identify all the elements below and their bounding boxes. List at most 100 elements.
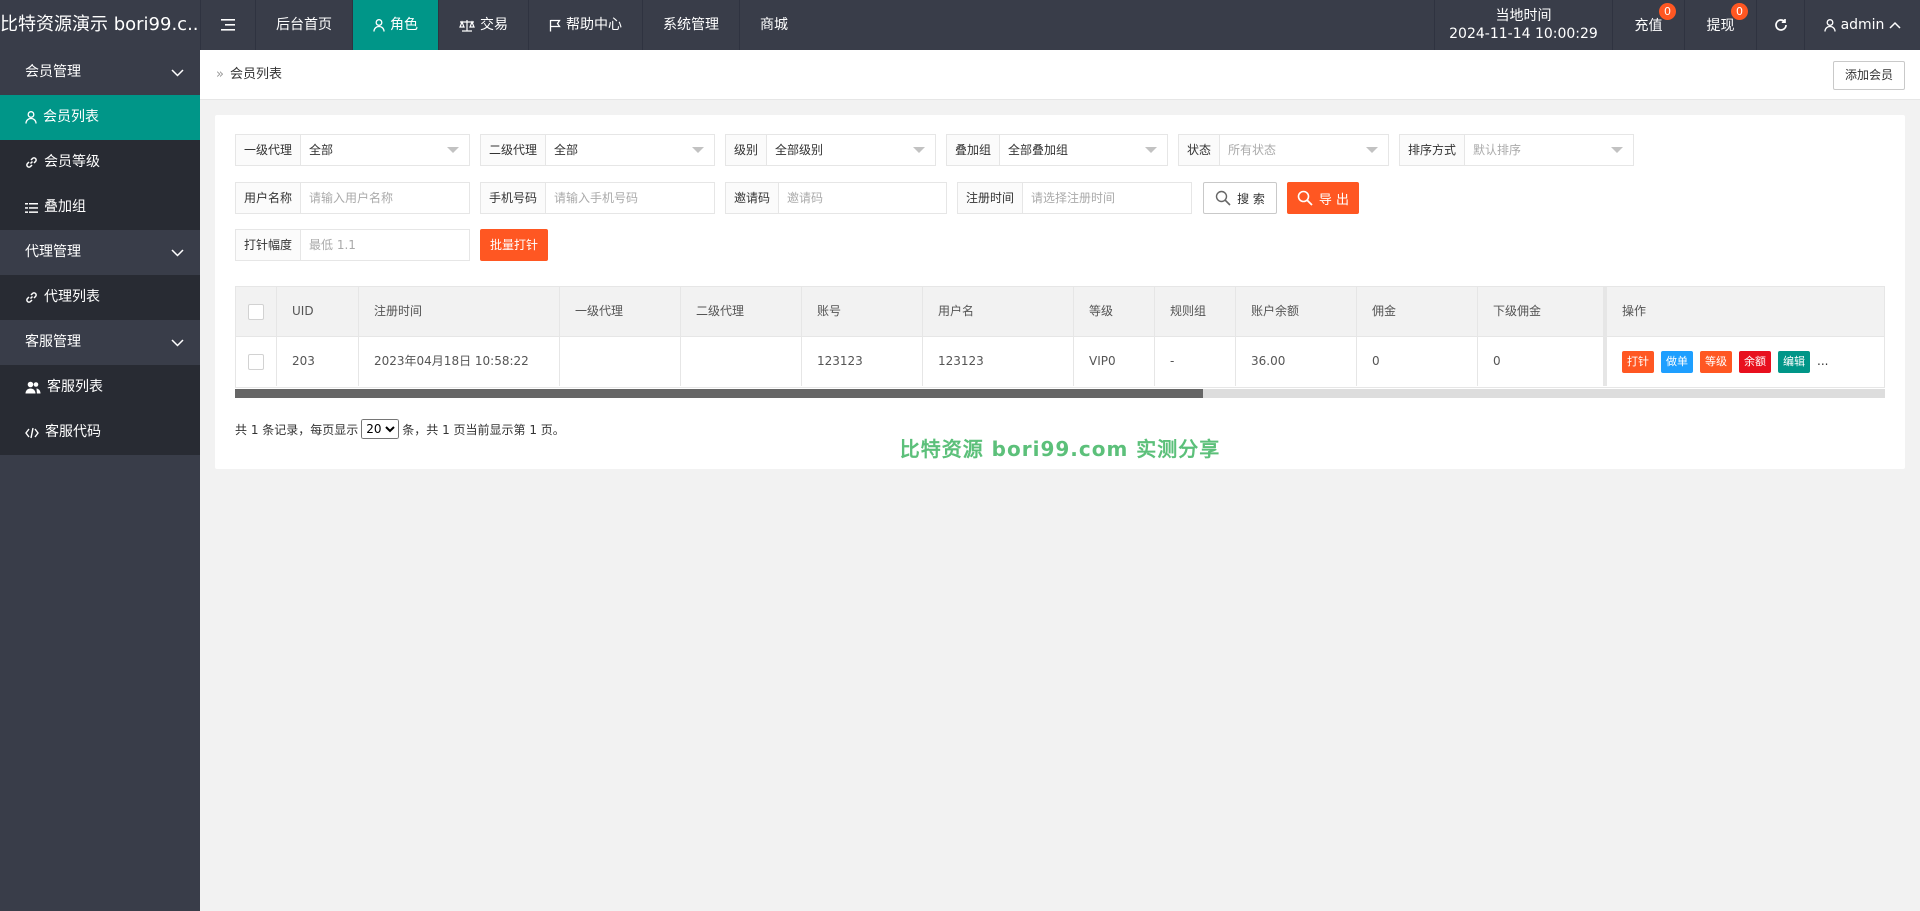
caret-down-icon bbox=[1366, 147, 1378, 153]
regtime-filter: 注册时间 bbox=[957, 182, 1192, 214]
agent2-filter[interactable]: 二级代理 全部 bbox=[480, 134, 715, 166]
add-member-button[interactable]: 添加会员 bbox=[1832, 61, 1905, 90]
sort-select[interactable]: 默认排序 bbox=[1465, 135, 1633, 165]
agent1-select[interactable]: 全部 bbox=[301, 135, 469, 165]
row-select-cell bbox=[236, 337, 277, 386]
user-icon bbox=[1823, 18, 1836, 32]
phone-input[interactable] bbox=[554, 184, 706, 212]
refresh-button[interactable] bbox=[1756, 0, 1804, 50]
recharge-label: 充值 bbox=[1634, 18, 1663, 34]
menu-toggle-button[interactable] bbox=[200, 0, 255, 50]
users-icon bbox=[25, 381, 41, 394]
sidebar-item-service-code[interactable]: 客服代码 bbox=[0, 410, 200, 455]
nav-role-label: 角色 bbox=[390, 17, 418, 33]
nav-trade[interactable]: 交易 bbox=[438, 0, 528, 50]
agent2-select[interactable]: 全部 bbox=[546, 135, 714, 165]
invite-input[interactable] bbox=[787, 184, 938, 212]
sidebar-group-member[interactable]: 会员管理 bbox=[0, 50, 200, 95]
export-button[interactable]: 导 出 bbox=[1287, 182, 1359, 214]
edit-button[interactable]: 编辑 bbox=[1778, 350, 1810, 373]
agent1-label: 一级代理 bbox=[236, 135, 302, 165]
username-input[interactable] bbox=[309, 184, 461, 212]
cell-agent2 bbox=[681, 337, 802, 386]
table-scrollbar-thumb[interactable] bbox=[235, 389, 1203, 398]
nav-home[interactable]: 后台首页 bbox=[255, 0, 352, 50]
nav-role[interactable]: 角色 bbox=[352, 0, 438, 50]
breadcrumb-bar: » 会员列表 添加会员 bbox=[200, 50, 1920, 100]
level-select[interactable]: 全部级别 bbox=[767, 135, 935, 165]
row-checkbox[interactable] bbox=[248, 353, 264, 370]
cell-balance: 36.00 bbox=[1236, 337, 1357, 386]
sort-value: 默认排序 bbox=[1473, 143, 1522, 157]
sidebar-item-label: 会员等级 bbox=[44, 154, 100, 170]
status-filter[interactable]: 状态 所有状态 bbox=[1178, 134, 1389, 166]
table-scrollbar[interactable] bbox=[235, 389, 1885, 398]
username-filter: 用户名称 bbox=[235, 182, 470, 214]
stack-group-label: 叠加组 bbox=[947, 135, 1001, 165]
level-label: 级别 bbox=[726, 135, 768, 165]
recharge-button[interactable]: 充值 0 bbox=[1612, 0, 1684, 50]
code-icon bbox=[25, 427, 39, 438]
refresh-icon bbox=[1774, 19, 1787, 31]
batch-inject-button[interactable]: 批量打针 bbox=[480, 229, 548, 261]
col-account: 账号 bbox=[802, 287, 923, 336]
search-icon bbox=[1297, 190, 1313, 206]
amplitude-label: 打针幅度 bbox=[236, 230, 302, 260]
col-balance: 账户余额 bbox=[1236, 287, 1357, 336]
nav-mall[interactable]: 商城 bbox=[739, 0, 808, 50]
cell-rule-group: - bbox=[1155, 337, 1236, 386]
member-list-card: 一级代理 全部 二级代理 全部 级别 全部级别 叠加组 全部叠加组 状态 所有状… bbox=[215, 115, 1905, 469]
withdraw-button[interactable]: 提现 0 bbox=[1684, 0, 1756, 50]
sort-filter[interactable]: 排序方式 默认排序 bbox=[1399, 134, 1634, 166]
sidebar: 会员管理 会员列表 会员等级 叠加组 代理管理 代理列表 客服管理 客服列表 客… bbox=[0, 50, 200, 911]
sidebar-item-agent-list[interactable]: 代理列表 bbox=[0, 275, 200, 320]
sidebar-group-agent[interactable]: 代理管理 bbox=[0, 230, 200, 275]
level-button[interactable]: 等级 bbox=[1700, 350, 1732, 373]
sidebar-group-label: 代理管理 bbox=[25, 244, 81, 260]
app-logo: 比特资源演示 bori99.c... bbox=[0, 14, 200, 35]
regtime-input[interactable] bbox=[1031, 184, 1183, 212]
local-time-value: 2024-11-14 10:00:29 bbox=[1449, 26, 1598, 42]
balance-button[interactable]: 余额 bbox=[1739, 350, 1771, 373]
nav-mall-label: 商城 bbox=[760, 17, 788, 33]
cell-actions: 打针 做单 等级 余额 编辑 ... bbox=[1604, 337, 1884, 386]
select-all-checkbox[interactable] bbox=[248, 303, 264, 320]
stack-group-filter[interactable]: 叠加组 全部叠加组 bbox=[946, 134, 1168, 166]
invite-label: 邀请码 bbox=[726, 183, 780, 213]
nav-system[interactable]: 系统管理 bbox=[642, 0, 739, 50]
nav-help[interactable]: 帮助中心 bbox=[528, 0, 642, 50]
sidebar-item-stack-group[interactable]: 叠加组 bbox=[0, 185, 200, 230]
amplitude-filter: 打针幅度 bbox=[235, 229, 470, 261]
sidebar-item-member-list[interactable]: 会员列表 bbox=[0, 95, 200, 140]
status-value: 所有状态 bbox=[1228, 143, 1277, 157]
status-select[interactable]: 所有状态 bbox=[1220, 135, 1388, 165]
sidebar-item-member-level[interactable]: 会员等级 bbox=[0, 140, 200, 185]
agent1-filter[interactable]: 一级代理 全部 bbox=[235, 134, 470, 166]
more-actions[interactable]: ... bbox=[1817, 337, 1828, 386]
search-button-label: 搜 索 bbox=[1237, 191, 1265, 206]
cell-level: VIP0 bbox=[1074, 337, 1155, 386]
chevron-down-icon bbox=[171, 339, 184, 347]
sidebar-item-service-list[interactable]: 客服列表 bbox=[0, 365, 200, 410]
action-buttons: 打针 做单 等级 余额 编辑 ... bbox=[1622, 337, 1884, 386]
cell-commission: 0 bbox=[1357, 337, 1478, 386]
user-menu[interactable]: admin bbox=[1804, 0, 1920, 50]
chevron-down-icon bbox=[171, 249, 184, 257]
chevron-down-icon bbox=[171, 69, 184, 77]
caret-down-icon bbox=[1145, 147, 1157, 153]
stack-group-select[interactable]: 全部叠加组 bbox=[1000, 135, 1167, 165]
amplitude-input[interactable] bbox=[309, 231, 461, 259]
sidebar-group-label: 会员管理 bbox=[25, 64, 81, 80]
sidebar-group-service[interactable]: 客服管理 bbox=[0, 320, 200, 365]
cell-username: 123123 bbox=[923, 337, 1074, 386]
caret-down-icon bbox=[447, 147, 459, 153]
cell-uid: 203 bbox=[277, 337, 359, 386]
scale-icon bbox=[459, 19, 475, 32]
level-filter[interactable]: 级别 全部级别 bbox=[725, 134, 936, 166]
link-icon bbox=[26, 157, 37, 168]
make-order-button[interactable]: 做单 bbox=[1661, 350, 1693, 373]
inject-button[interactable]: 打针 bbox=[1622, 350, 1654, 373]
search-button[interactable]: 搜 索 bbox=[1203, 182, 1277, 214]
sidebar-group-label: 客服管理 bbox=[25, 334, 81, 350]
username-field bbox=[301, 183, 469, 213]
